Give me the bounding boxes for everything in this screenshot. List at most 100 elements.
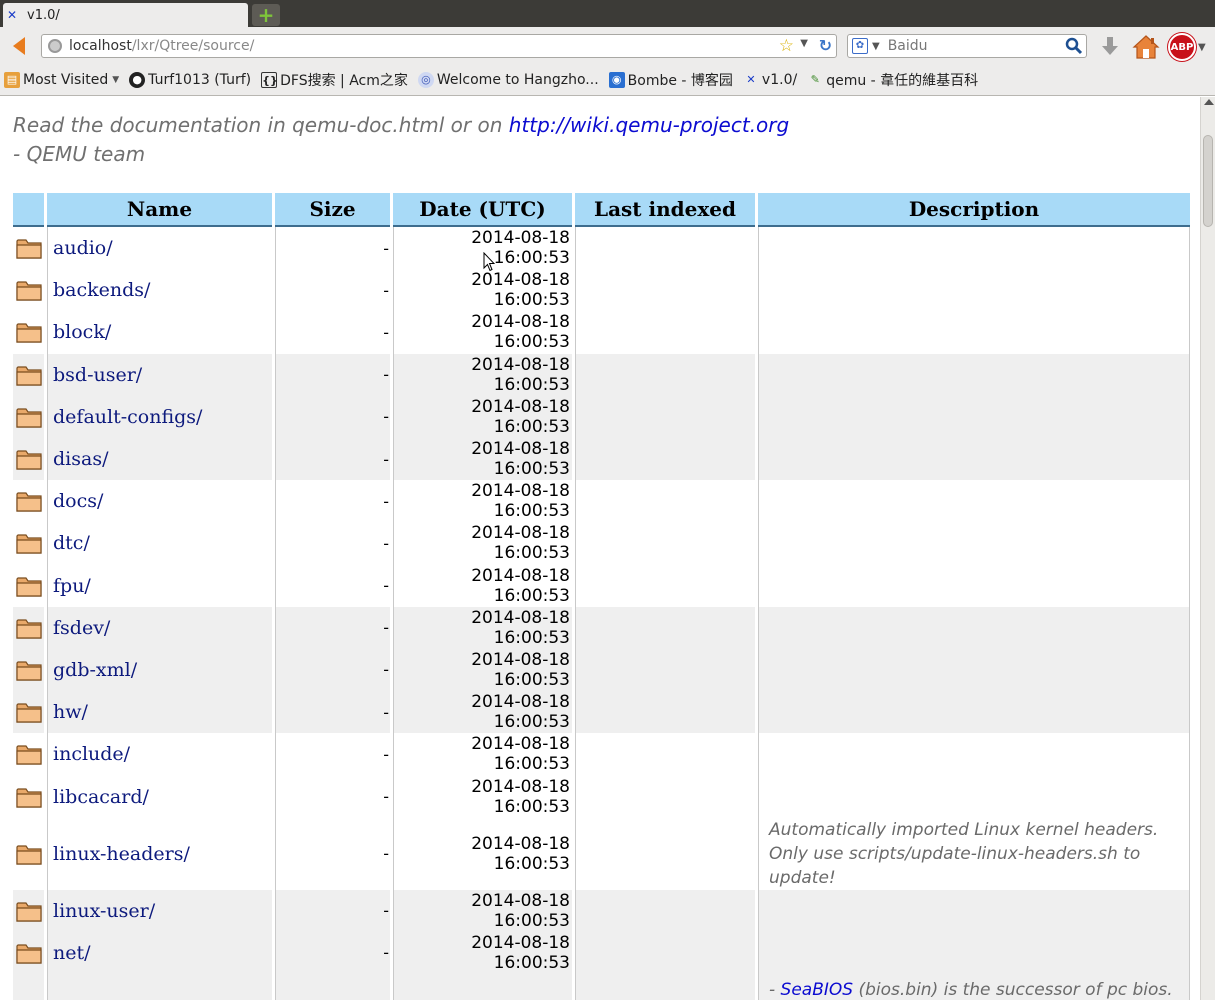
- row-icon-cell[interactable]: [13, 311, 44, 353]
- adblock-plus-button[interactable]: ABP: [1168, 33, 1196, 61]
- row-icon-cell[interactable]: [13, 353, 44, 396]
- directory-link[interactable]: include/: [53, 743, 130, 765]
- braces-icon: {}: [261, 72, 278, 88]
- directory-link[interactable]: net/: [53, 942, 91, 964]
- directory-link[interactable]: linux-headers/: [53, 843, 190, 865]
- scrollbar-thumb[interactable]: [1203, 135, 1213, 227]
- search-input[interactable]: Baidu: [888, 38, 928, 54]
- directory-link[interactable]: fpu/: [53, 575, 91, 597]
- scroll-up-icon[interactable]: [1204, 99, 1214, 105]
- row-icon-cell[interactable]: [13, 565, 44, 607]
- table-row: fpu/ -2014-08-18 16:00:53: [13, 564, 1190, 607]
- row-icon-cell[interactable]: [13, 269, 44, 311]
- directory-link[interactable]: gdb-xml/: [53, 659, 137, 681]
- table-row: dtc/ -2014-08-18 16:00:53: [13, 522, 1190, 565]
- row-name-cell: net/: [47, 931, 272, 974]
- readme-line-1: Read the documentation in qemu-doc.html …: [13, 113, 789, 137]
- row-last-indexed: [575, 691, 755, 734]
- table-row: gdb-xml/ -2014-08-18 16:00:53: [13, 648, 1190, 692]
- chevron-down-icon: ▼: [112, 75, 120, 85]
- header-icon-col: [13, 193, 44, 227]
- row-name-cell: libcacard/: [47, 775, 272, 818]
- search-engine-icon[interactable]: ✿: [852, 38, 868, 54]
- directory-link[interactable]: audio/: [53, 237, 113, 259]
- row-size: -: [275, 522, 390, 565]
- bookmark-bombe[interactable]: ◉ Bombe - 博客园: [608, 70, 733, 90]
- bookmark-hangzhou[interactable]: ◎ Welcome to Hangzho...: [417, 72, 599, 88]
- adblock-dropdown-icon[interactable]: ▼: [1198, 42, 1206, 53]
- directory-link[interactable]: linux-user/: [53, 900, 155, 922]
- row-icon-cell[interactable]: [13, 818, 44, 890]
- search-bar[interactable]: ✿ ▼ Baidu: [847, 34, 1087, 58]
- row-description: [758, 691, 1190, 734]
- folder-icon: [15, 239, 42, 259]
- bookmark-most-visited[interactable]: ▤ Most Visited ▼: [4, 72, 119, 88]
- url-history-dropdown-icon[interactable]: ▼: [800, 38, 808, 49]
- directory-link[interactable]: dtc/: [53, 532, 90, 554]
- downloads-button[interactable]: [1098, 35, 1122, 59]
- folder-icon: [15, 408, 42, 428]
- row-name-cell: audio/: [47, 227, 272, 270]
- row-name-cell: bsd-user/: [47, 353, 272, 396]
- row-icon-cell[interactable]: [13, 522, 44, 564]
- row-icon-cell[interactable]: [13, 648, 44, 692]
- bookmark-qemu-wiki[interactable]: ✎ qemu - 韋任的維基百科: [807, 70, 979, 90]
- row-size: -: [275, 437, 390, 481]
- row-icon-cell[interactable]: [13, 889, 44, 932]
- reload-icon[interactable]: ↻: [819, 36, 832, 55]
- row-icon-cell[interactable]: [13, 480, 44, 522]
- site-identity-icon[interactable]: [48, 39, 62, 53]
- wiki-icon: ✎: [810, 73, 820, 86]
- directory-link[interactable]: libcacard/: [53, 786, 149, 808]
- header-name[interactable]: Name: [47, 193, 272, 227]
- row-icon-cell[interactable]: [13, 733, 44, 775]
- row-icon-cell[interactable]: [13, 691, 44, 734]
- table-row: default-configs/ -2014-08-18 16:00:53: [13, 395, 1190, 438]
- row-icon-cell[interactable]: [13, 931, 44, 974]
- directory-link[interactable]: block/: [53, 321, 111, 343]
- row-date: 2014-08-18 16:00:53: [393, 691, 572, 734]
- header-date[interactable]: Date (UTC): [393, 193, 572, 227]
- row-name-cell: [47, 974, 272, 1000]
- directory-link[interactable]: fsdev/: [53, 617, 110, 639]
- seabios-link[interactable]: SeaBIOS: [781, 980, 854, 1000]
- url-bar[interactable]: localhost/lxr/Qtree/source/ ☆ ▼ ↻: [41, 34, 837, 58]
- header-last-indexed[interactable]: Last indexed: [575, 193, 755, 227]
- bookmark-label: v1.0/: [761, 72, 798, 88]
- bookmark-turf[interactable]: ● Turf1013 (Turf): [129, 72, 251, 88]
- row-last-indexed: [575, 817, 755, 890]
- row-date: 2014-08-18 16:00:53: [393, 931, 572, 974]
- bookmark-star-icon[interactable]: ☆: [779, 36, 794, 56]
- folder-icon: [15, 450, 42, 470]
- tab-active[interactable]: ✕ v1.0/: [3, 3, 248, 27]
- directory-link[interactable]: backends/: [53, 279, 150, 301]
- tab-strip: ✕ v1.0/ +: [0, 0, 1215, 27]
- directory-link[interactable]: hw/: [53, 701, 88, 723]
- directory-table: Name Size Date (UTC) Last indexed Descri…: [10, 193, 1193, 1000]
- vertical-scrollbar[interactable]: [1200, 97, 1215, 1000]
- bookmark-label: Most Visited: [23, 72, 109, 88]
- search-engine-dropdown-icon[interactable]: ▼: [872, 41, 880, 52]
- row-icon-cell[interactable]: [13, 395, 44, 438]
- table-row: docs/ -2014-08-18 16:00:53: [13, 480, 1190, 523]
- row-icon-cell[interactable]: [13, 437, 44, 481]
- search-icon[interactable]: [1065, 37, 1083, 55]
- directory-link[interactable]: bsd-user/: [53, 364, 142, 386]
- row-last-indexed: [575, 353, 755, 396]
- directory-link[interactable]: docs/: [53, 490, 103, 512]
- table-row: libcacard/ -2014-08-18 16:00:53: [13, 775, 1190, 818]
- header-size[interactable]: Size: [275, 193, 390, 227]
- row-icon-cell[interactable]: [13, 775, 44, 817]
- back-button[interactable]: [4, 34, 34, 58]
- bookmarks-toolbar: ▤ Most Visited ▼ ● Turf1013 (Turf) {} DF…: [0, 65, 1215, 96]
- new-tab-button[interactable]: +: [252, 4, 280, 26]
- row-icon-cell[interactable]: [13, 227, 44, 269]
- bookmark-v1[interactable]: ✕ v1.0/: [743, 72, 797, 88]
- directory-link[interactable]: disas/: [53, 448, 108, 470]
- directory-link[interactable]: default-configs/: [53, 406, 202, 428]
- bookmark-dfs[interactable]: {} DFS搜索 | Acm之家: [261, 70, 408, 90]
- home-icon[interactable]: [1132, 34, 1160, 60]
- row-icon-cell[interactable]: [13, 606, 44, 649]
- row-date: 2014-08-18 16:00:53: [393, 733, 572, 776]
- qemu-wiki-link[interactable]: http://wiki.qemu-project.org: [509, 113, 789, 137]
